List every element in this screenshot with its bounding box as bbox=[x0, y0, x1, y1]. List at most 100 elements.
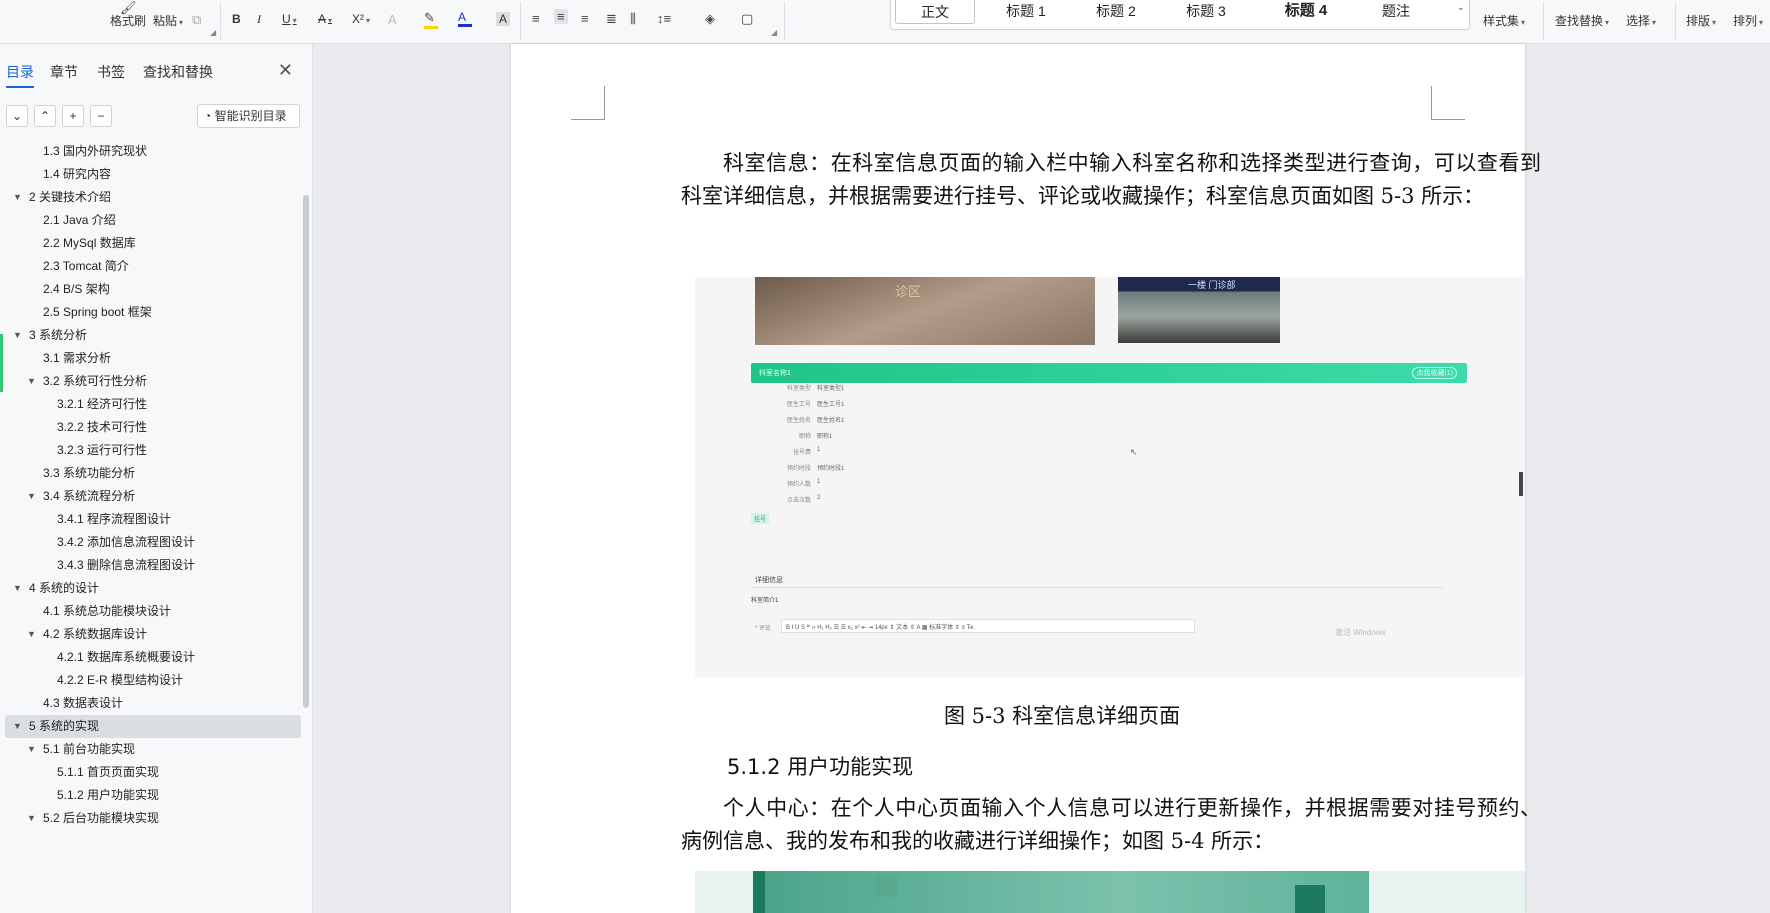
expand-arrow-icon[interactable]: ▼ bbox=[27, 807, 36, 830]
comment-editor-toolbar[interactable]: B I U S ❝ ‹› H₁ H₂ ☰ ☰ x₂ x² ⇤ ⇥ 14px ⇕ … bbox=[781, 619, 1195, 633]
gallery-more-icon[interactable]: ⌄ bbox=[1457, 2, 1465, 13]
toc-item-label: 5 系统的实现 bbox=[29, 719, 100, 733]
toc-item[interactable]: 3.2.3 运行可行性 bbox=[5, 439, 301, 462]
style-set-button[interactable]: 样式集 ▾ bbox=[1483, 12, 1525, 29]
toc-item[interactable]: ▼ 3.2 系统可行性分析 bbox=[5, 370, 301, 393]
toc-item[interactable]: 3.3 系统功能分析 bbox=[5, 462, 301, 485]
underline-button[interactable]: U ▾ bbox=[282, 12, 297, 26]
expand-arrow-icon[interactable]: ▼ bbox=[27, 370, 36, 393]
remove-heading-button[interactable]: − bbox=[90, 105, 112, 127]
toc-item[interactable]: 4.2.2 E-R 模型结构设计 bbox=[5, 669, 301, 692]
toc-item[interactable]: 2.4 B/S 架构 bbox=[5, 278, 301, 301]
line-spacing-icon[interactable]: ↕≡ bbox=[657, 11, 671, 26]
align-right-icon[interactable]: ≡ bbox=[581, 11, 589, 26]
copy-icon[interactable]: ⧉ bbox=[192, 12, 201, 28]
tab-chapters[interactable]: 章节 bbox=[50, 62, 78, 82]
toc-item[interactable]: 1.4 研究内容 bbox=[5, 163, 301, 186]
format-painter-button[interactable]: 格式刷 bbox=[110, 12, 146, 29]
toc-item[interactable]: 3.4.1 程序流程图设计 bbox=[5, 508, 301, 531]
toc-item[interactable]: 1.3 国内外研究现状 bbox=[5, 140, 301, 163]
toc-item[interactable]: ▼ 5.1 前台功能实现 bbox=[5, 738, 301, 761]
distribute-icon[interactable]: ⫼ bbox=[630, 11, 636, 27]
toc-item-label: 3.4.1 程序流程图设计 bbox=[57, 512, 172, 526]
style-heading-1[interactable]: 标题 1 bbox=[991, 0, 1061, 24]
superscript-button[interactable]: X² ▾ bbox=[352, 12, 370, 26]
toc-item[interactable]: ▼ 4 系统的设计 bbox=[5, 577, 301, 600]
chevron-down-icon: ▾ bbox=[292, 16, 297, 25]
toc-item[interactable]: 4.1 系统总功能模块设计 bbox=[5, 600, 301, 623]
font-color-button[interactable]: A bbox=[458, 10, 472, 27]
dialog-launcher-icon[interactable]: ◢ bbox=[771, 28, 777, 37]
expand-arrow-icon[interactable]: ▼ bbox=[27, 623, 36, 646]
smart-toc-button[interactable]: ◔ 智能识别目录 bbox=[197, 104, 300, 128]
toc-item[interactable]: 4.3 数据表设计 bbox=[5, 692, 301, 715]
arrange-button[interactable]: 排列 ▾ bbox=[1733, 12, 1763, 29]
field-value: 2 bbox=[817, 495, 821, 501]
paragraph-personal-center[interactable]: 个人中心：在个人中心页面输入个人信息可以进行更新操作，并根据需要对挂号预约、病例… bbox=[681, 792, 1541, 858]
toc-item-label: 3.2.1 经济可行性 bbox=[57, 397, 148, 411]
toc-item[interactable]: 5.1.2 用户功能实现 bbox=[5, 784, 301, 807]
expand-arrow-icon[interactable]: ▼ bbox=[13, 577, 22, 600]
toc-item[interactable]: 2.5 Spring boot 框架 bbox=[5, 301, 301, 324]
toc-item[interactable]: ▼ 5 系统的实现 bbox=[5, 715, 301, 738]
toc-item[interactable]: ▼ 5.2 后台功能模块实现 bbox=[5, 807, 301, 830]
align-center-icon[interactable]: ≡ bbox=[554, 9, 568, 24]
banner-cross bbox=[875, 875, 897, 897]
toc-item[interactable]: 3.2.2 技术可行性 bbox=[5, 416, 301, 439]
select-button[interactable]: 选择 ▾ bbox=[1626, 12, 1656, 29]
style-caption[interactable]: 题注 bbox=[1361, 0, 1431, 24]
layout-button[interactable]: 排版 ▾ bbox=[1686, 12, 1716, 29]
toc-item-label: 3.4 系统流程分析 bbox=[43, 489, 136, 503]
text-effect-icon[interactable]: A bbox=[388, 12, 397, 27]
expand-arrow-icon[interactable]: ▼ bbox=[27, 738, 36, 761]
toc-item-label: 4.1 系统总功能模块设计 bbox=[43, 604, 172, 618]
sidebar-scrollbar[interactable] bbox=[303, 195, 309, 708]
style-heading-3[interactable]: 标题 3 bbox=[1171, 0, 1241, 24]
expand-arrow-icon[interactable]: ▼ bbox=[27, 485, 36, 508]
border-icon[interactable]: ▢ bbox=[741, 11, 753, 27]
paste-button[interactable]: 粘贴 ▾ bbox=[153, 12, 183, 29]
tab-toc[interactable]: 目录 bbox=[6, 62, 34, 88]
toc-item[interactable]: 3.4.2 添加信息流程图设计 bbox=[5, 531, 301, 554]
add-heading-button[interactable]: + bbox=[62, 105, 84, 127]
align-left-icon[interactable]: ≡ bbox=[532, 11, 540, 26]
expand-down-button[interactable]: ⌄ bbox=[6, 105, 28, 127]
find-replace-button[interactable]: 查找替换 ▾ bbox=[1555, 12, 1609, 29]
italic-button[interactable]: I bbox=[257, 12, 261, 27]
dialog-launcher-icon[interactable]: ◢ bbox=[210, 28, 216, 37]
toc-item[interactable]: 3.4.3 删除信息流程图设计 bbox=[5, 554, 301, 577]
tab-find-replace[interactable]: 查找和替换 bbox=[143, 62, 213, 82]
document-page[interactable]: 科室信息：在科室信息页面的输入栏中输入科室名称和选择类型进行查询，可以查看到科室… bbox=[511, 44, 1541, 913]
minus-icon: − bbox=[97, 109, 105, 123]
highlight-icon[interactable]: ✎ bbox=[424, 10, 438, 29]
justify-icon[interactable]: ≣ bbox=[606, 11, 617, 27]
chevron-down-icon: ▾ bbox=[328, 16, 333, 25]
toc-item[interactable]: ▼ 4.2 系统数据库设计 bbox=[5, 623, 301, 646]
tab-bookmarks[interactable]: 书签 bbox=[97, 62, 125, 82]
toc-item[interactable]: 5.1.1 首页页面实现 bbox=[5, 761, 301, 784]
paragraph-dept-info[interactable]: 科室信息：在科室信息页面的输入栏中输入科室名称和选择类型进行查询，可以查看到科室… bbox=[681, 147, 1541, 213]
style-normal[interactable]: 正文 bbox=[895, 0, 975, 24]
expand-arrow-icon[interactable]: ▼ bbox=[13, 324, 22, 347]
toc-item[interactable]: ▼ 3.4 系统流程分析 bbox=[5, 485, 301, 508]
char-shading-button[interactable]: A bbox=[496, 12, 511, 26]
strikethrough-button[interactable]: A ▾ bbox=[318, 12, 332, 26]
register-button[interactable]: 挂号 bbox=[751, 513, 770, 524]
bold-button[interactable]: B bbox=[232, 12, 241, 26]
shading-icon[interactable]: ◈ bbox=[705, 11, 715, 27]
toc-item[interactable]: 2.1 Java 介绍 bbox=[5, 209, 301, 232]
expand-arrow-icon[interactable]: ▼ bbox=[13, 186, 22, 209]
toc-item[interactable]: 2.3 Tomcat 简介 bbox=[5, 255, 301, 278]
toc-item[interactable]: 4.2.1 数据库系统概要设计 bbox=[5, 646, 301, 669]
toc-item[interactable]: 3.2.1 经济可行性 bbox=[5, 393, 301, 416]
expand-arrow-icon[interactable]: ▼ bbox=[13, 715, 22, 738]
favorite-button[interactable]: 点我收藏(1) bbox=[1412, 367, 1457, 379]
style-heading-2[interactable]: 标题 2 bbox=[1081, 0, 1151, 24]
close-icon[interactable]: ✕ bbox=[278, 60, 293, 81]
toc-item[interactable]: 2.2 MySql 数据库 bbox=[5, 232, 301, 255]
style-heading-4[interactable]: 标题 4 bbox=[1261, 0, 1351, 24]
toc-item[interactable]: ▼ 2 关键技术介绍 bbox=[5, 186, 301, 209]
collapse-up-button[interactable]: ⌃ bbox=[34, 105, 56, 127]
toc-item[interactable]: ▼ 3 系统分析 bbox=[5, 324, 301, 347]
toc-item[interactable]: 3.1 需求分析 bbox=[5, 347, 301, 370]
